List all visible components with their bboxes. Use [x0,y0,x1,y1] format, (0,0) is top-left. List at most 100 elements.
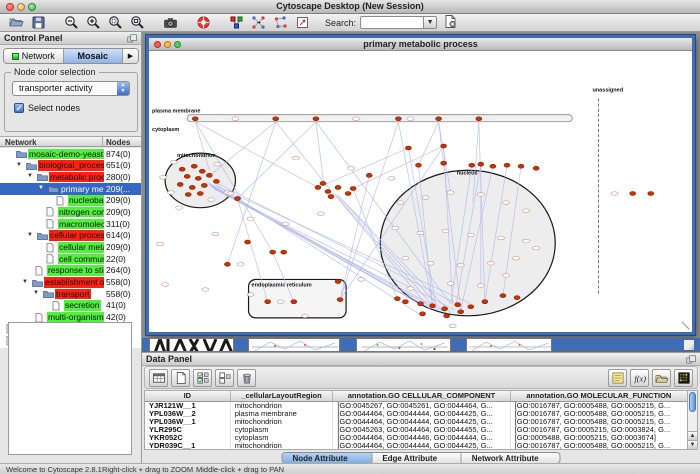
graph-node[interactable] [192,117,198,121]
graph-node[interactable] [500,294,506,298]
annotation-icon[interactable] [294,15,311,31]
graph-node[interactable] [335,185,341,189]
graph-node[interactable] [177,182,183,186]
tree-row[interactable]: cellular metabo209(0) [0,242,141,254]
scroll-up-icon[interactable]: ▲ [688,431,697,440]
select-nodes-checkbox[interactable]: ✓ [14,103,24,113]
graph-node[interactable] [328,195,334,199]
fx-button[interactable]: f(x) [630,369,649,387]
view-minimize-button[interactable] [164,41,171,48]
tab-mosaic[interactable]: Mosaic [64,49,124,63]
help-icon[interactable] [195,15,212,31]
save-icon[interactable] [30,15,47,31]
open-file-icon[interactable] [8,15,25,31]
zoom-out-icon[interactable] [63,15,80,31]
attr-table-button[interactable] [149,369,168,387]
network-canvas[interactable]: plasma membranecytoplasmmitochondrionnuc… [149,51,692,332]
graph-node[interactable] [455,303,461,307]
table-row[interactable]: YPL036W__2plasma membrane[GO:0044464, GO… [145,410,688,418]
graph-node[interactable] [224,262,230,266]
graph-node[interactable] [504,163,510,167]
table-row[interactable]: YDR039C__1mitochondrion[GO:0044464, GO:0… [145,442,688,450]
graph-node[interactable] [335,279,341,283]
tab-network[interactable]: Network [4,49,64,63]
zoom-selected-icon[interactable] [107,15,124,31]
graph-node[interactable] [313,117,319,121]
graph-node[interactable] [415,163,421,167]
graph-node[interactable] [201,183,207,187]
tree-row[interactable]: secretion41(0) [0,300,141,312]
tab-edge-attribute-browser[interactable]: Edge Attribute Browser [372,453,461,463]
tree-row[interactable]: ▼cellular process614(0) [0,230,141,242]
graph-node[interactable] [518,164,524,168]
select-attrs-button[interactable] [193,369,212,387]
network-view-titlebar[interactable]: primary metabolic process [149,38,692,51]
table-row[interactable]: YKR052Ccytoplasm[GO:0044464, GO:0044446,… [145,434,688,442]
background-window-fragment[interactable] [248,338,340,352]
background-window-fragment[interactable] [466,338,552,352]
resize-grip-icon[interactable] [684,340,694,350]
table-row[interactable]: YLR295Ccytoplasm[GO:0045263, GO:0044464,… [145,426,688,434]
graph-node[interactable] [315,185,321,189]
tree-row[interactable]: mosaic-demo-yeast874(0) [0,148,141,160]
graph-node[interactable] [281,250,287,254]
graph-node[interactable] [630,192,636,196]
column-header[interactable]: annotation.GO MOLECULAR_FUNCTION [511,391,688,401]
view-zoom-button[interactable] [174,41,181,48]
graph-node[interactable] [405,146,411,150]
graph-node[interactable] [234,197,240,201]
search-input[interactable] [360,16,424,29]
matrix-button[interactable] [674,369,693,387]
canvas-resize-grip-icon[interactable] [688,328,689,329]
tabs-overflow-arrow[interactable]: ▶ [123,49,138,63]
graph-node[interactable] [213,179,219,183]
layout-force-icon[interactable] [272,15,289,31]
layout-grid-icon[interactable] [250,15,267,31]
column-divider[interactable] [102,137,103,147]
graph-node[interactable] [395,117,401,121]
graph-node[interactable] [350,186,356,190]
notes-button[interactable] [608,369,627,387]
graph-node[interactable] [366,173,372,177]
graph-node[interactable] [320,181,326,185]
graph-node[interactable] [482,300,488,304]
tab-network-attribute-browser[interactable]: Network Attribute Browser [462,453,560,463]
graph-node[interactable] [436,117,442,121]
unselect-attrs-button[interactable] [215,369,234,387]
graph-node[interactable] [468,305,474,309]
column-header[interactable]: _cellularLayoutRegion [231,391,334,401]
node-color-combobox[interactable]: transporter activity ▲▼ [12,81,130,96]
graph-node[interactable] [514,296,520,300]
table-row[interactable]: YPL036W__1mitochondrion[GO:0044464, GO:0… [145,418,688,426]
zoom-in-icon[interactable] [85,15,102,31]
float-panel-icon[interactable] [127,34,138,48]
graph-node[interactable] [197,192,203,196]
graph-node[interactable] [325,189,331,193]
graph-node[interactable] [478,162,484,166]
graph-node[interactable] [441,161,447,165]
graph-node[interactable] [265,300,271,304]
graph-node[interactable] [206,173,212,177]
background-window-fragment[interactable] [149,338,234,352]
graph-node[interactable] [419,312,425,316]
graph-node[interactable] [185,193,191,197]
graph-node[interactable] [469,163,475,167]
minimize-window-button[interactable] [17,3,25,11]
scroll-down-icon[interactable]: ▼ [688,440,697,449]
background-window-fragment[interactable] [356,338,451,352]
network-view-window[interactable]: primary metabolic process plasma membran… [146,35,695,335]
graph-node[interactable] [394,297,400,301]
column-header[interactable]: annotation.GO CELLULAR_COMPONENT [333,391,510,401]
graph-node[interactable] [270,250,276,254]
window-controls[interactable] [6,3,36,11]
graph-node[interactable] [345,192,351,196]
tree-row[interactable]: ▼metabolic process280(0) [0,171,141,183]
graph-node[interactable] [337,298,343,302]
graph-node[interactable] [245,240,251,244]
combobox-stepper-icon[interactable]: ▲▼ [117,82,129,95]
tree-row[interactable]: macromolecule311(0) [0,218,141,230]
search-settings-button[interactable] [443,14,458,31]
import-attrs-button[interactable] [652,369,671,387]
tree-row[interactable]: ▼transport558(0) [0,288,141,300]
network-graph[interactable]: plasma membranecytoplasmmitochondrionnuc… [149,51,692,332]
